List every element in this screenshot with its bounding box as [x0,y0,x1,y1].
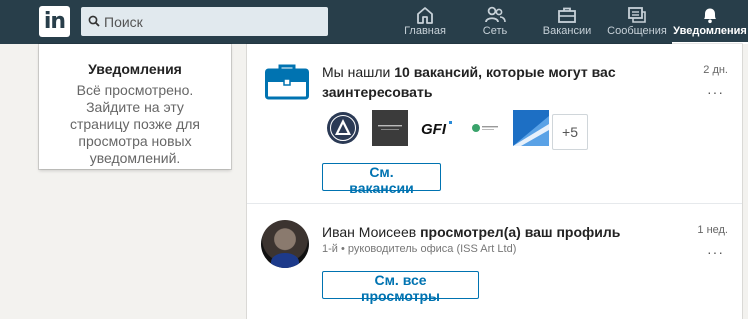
viewer-subtitle: 1-й • руководитель офиса (ISS Art Ltd) [322,243,517,255]
company-logo-4-icon [466,110,502,146]
nav-network[interactable]: Сеть [470,0,520,44]
nav-messages-label: Сообщения [607,25,667,37]
nav-messages[interactable]: Сообщения [604,0,670,44]
notifications-sidebar-card: Уведомления Всё просмотрено. Зайдите на … [39,44,231,169]
avatar[interactable] [261,220,309,268]
nav-network-label: Сеть [482,25,508,37]
sidebar-text: Всё просмотрено. Зайдите на эту страницу… [69,82,201,166]
home-icon [417,7,433,24]
profile-view-action: просмотрел(а) ваш профиль [416,224,621,240]
nav-home[interactable]: Главная [393,0,457,44]
see-all-views-button[interactable]: См. все просмотры [322,271,479,304]
company-logo[interactable] [325,110,361,146]
sidebar-title: Уведомления [88,61,182,77]
company-logo-5-icon [513,110,549,146]
top-navigation-bar: in Главная Сеть Вакансии [0,0,748,44]
notification-time: 1 нед. [697,224,728,236]
see-jobs-button[interactable]: См. вакансии [322,163,441,196]
profile-view-text: Иван Моисеев просмотрел(а) ваш профиль [322,222,620,242]
briefcase-icon [265,64,309,100]
company-logo-gfi-icon: GFI [419,110,455,146]
messages-icon [628,7,646,23]
company-logo[interactable] [513,110,549,146]
company-logo-2-icon [372,110,408,146]
search-box[interactable] [81,7,328,36]
search-input[interactable] [104,7,324,36]
nav-home-label: Главная [404,25,446,37]
more-options-button[interactable]: ··· [707,244,724,260]
bell-icon [704,8,716,24]
nav-jobs[interactable]: Вакансии [538,0,596,44]
notification-jobs[interactable]: Мы нашли 10 вакансий, которые могут вас … [247,44,742,204]
company-logo[interactable] [466,110,502,146]
company-logo[interactable]: GFI [419,110,455,146]
notification-time: 2 дн. [703,64,728,76]
notification-jobs-text: Мы нашли 10 вакансий, которые могут вас … [322,62,642,102]
logo-text: in [43,9,66,34]
company-logo-1-icon [327,112,359,144]
nav-jobs-label: Вакансии [542,25,592,37]
more-companies-badge[interactable]: +5 [552,114,588,150]
notifications-feed: Мы нашли 10 вакансий, которые могут вас … [247,44,742,319]
nav-notifications[interactable]: Уведомления [672,0,748,44]
more-options-button[interactable]: ··· [707,84,724,100]
jobs-icon [558,7,576,23]
company-logo[interactable] [372,110,408,146]
jobs-text-plain: Мы нашли [322,64,395,80]
gfi-logo-text: GFI [421,121,447,138]
search-icon [88,15,100,27]
nav-notifications-label: Уведомления [673,25,747,37]
network-icon [485,6,506,23]
linkedin-logo[interactable]: in [39,6,70,37]
viewer-name[interactable]: Иван Моисеев [322,224,416,240]
